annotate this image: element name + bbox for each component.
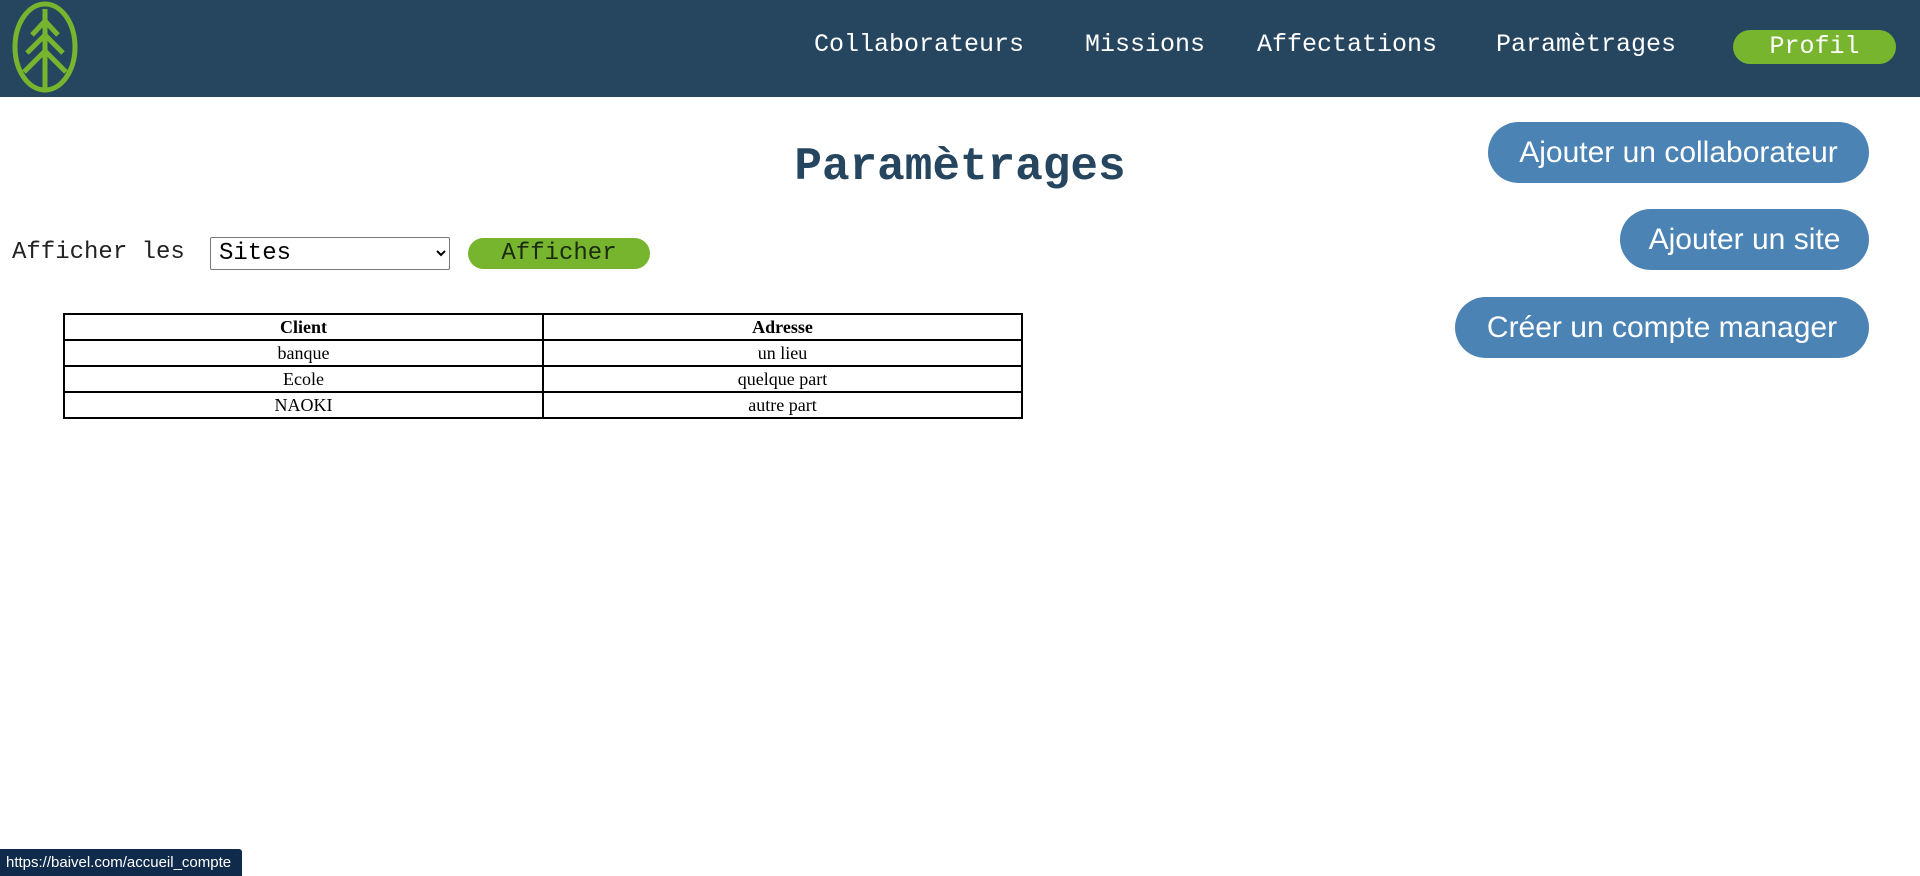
column-header-adresse: Adresse (542, 313, 1023, 341)
add-collaborator-button[interactable]: Ajouter un collaborateur (1488, 122, 1869, 183)
table-cell-adresse: quelque part (542, 365, 1023, 393)
table-row: banque un lieu (63, 339, 1023, 367)
table-cell-adresse: un lieu (542, 339, 1023, 367)
column-header-client: Client (63, 313, 544, 341)
top-navbar: Collaborateurs Missions Affectations Par… (0, 0, 1920, 97)
add-site-button[interactable]: Ajouter un site (1620, 209, 1869, 270)
table-cell-client: Ecole (63, 365, 544, 393)
nav-parametrages[interactable]: Paramètrages (1496, 30, 1676, 60)
table-cell-client: banque (63, 339, 544, 367)
table-cell-adresse: autre part (542, 391, 1023, 419)
nav-affectations[interactable]: Affectations (1257, 30, 1437, 60)
filter-label: Afficher les (12, 239, 185, 266)
table-cell-client: NAOKI (63, 391, 544, 419)
nav-missions[interactable]: Missions (1085, 30, 1205, 60)
display-type-select[interactable]: Sites (210, 237, 450, 270)
profil-button[interactable]: Profil (1733, 30, 1896, 64)
afficher-button[interactable]: Afficher (468, 238, 650, 269)
nav-collaborateurs[interactable]: Collaborateurs (814, 30, 1024, 60)
table-row: NAOKI autre part (63, 391, 1023, 419)
table-row: Ecole quelque part (63, 365, 1023, 393)
create-manager-account-button[interactable]: Créer un compte manager (1455, 297, 1869, 358)
status-bar-url: https://baivel.com/accueil_compte (0, 849, 242, 876)
sites-table: Client Adresse banque un lieu Ecole quel… (63, 313, 1023, 419)
pine-tree-logo-icon[interactable] (12, 1, 78, 93)
table-header-row: Client Adresse (63, 313, 1023, 341)
